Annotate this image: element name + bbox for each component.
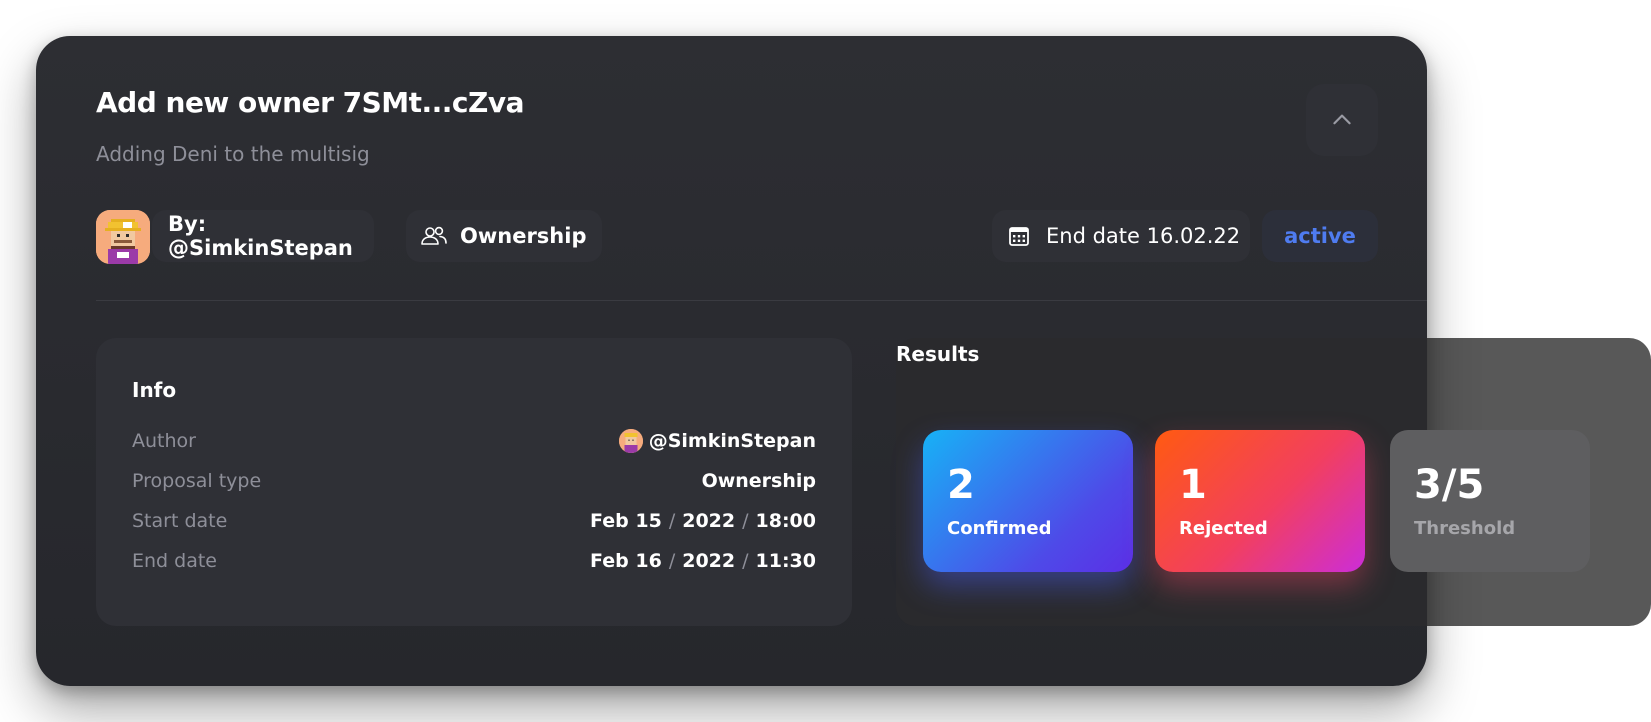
proposal-type-chip[interactable]: Ownership xyxy=(406,210,602,262)
rejected-card: 1 Rejected xyxy=(1155,430,1365,572)
info-label: Author xyxy=(132,430,196,452)
pixel-avatar xyxy=(96,210,150,264)
proposal-card: Add new owner 7SMt...cZva Adding Deni to… xyxy=(36,36,1427,686)
chevron-up-icon xyxy=(1333,114,1351,125)
info-value: Ownership xyxy=(701,470,816,492)
author-chip[interactable]: By: @SimkinStepan xyxy=(96,210,388,264)
author-chip-label: By: @SimkinStepan xyxy=(168,212,353,260)
separator: / xyxy=(742,550,749,572)
rejected-count: 1 xyxy=(1179,462,1207,508)
stage: Add new owner 7SMt...cZva Adding Deni to… xyxy=(0,0,1651,722)
info-value[interactable]: @SimkinStepan xyxy=(618,429,816,453)
info-row-end: End date Feb 16 / 2022 / 11:30 xyxy=(132,546,816,576)
info-value: Feb 15 / 2022 / 18:00 xyxy=(590,510,816,532)
info-value: Feb 16 / 2022 / 11:30 xyxy=(590,550,816,572)
avatar xyxy=(96,210,150,264)
info-title: Info xyxy=(132,378,177,402)
calendar-icon xyxy=(1009,227,1029,246)
separator: / xyxy=(742,510,749,532)
start-date: Feb 15 xyxy=(590,510,662,532)
confirmed-card: 2 Confirmed xyxy=(923,430,1133,572)
info-row-start: Start date Feb 15 / 2022 / 18:00 xyxy=(132,506,816,536)
info-label: End date xyxy=(132,550,217,572)
separator: / xyxy=(668,550,676,572)
start-year: 2022 xyxy=(682,510,736,532)
results-title: Results xyxy=(896,342,980,366)
start-time: 18:00 xyxy=(755,510,816,532)
end-time: 11:30 xyxy=(755,550,816,572)
divider xyxy=(96,300,1427,301)
end-date-chip[interactable]: End date 16.02.22 xyxy=(992,210,1250,262)
info-row-type: Proposal type Ownership xyxy=(132,466,816,496)
threshold-label: Threshold xyxy=(1414,518,1516,539)
info-row-author: Author @SimkinStepan xyxy=(132,426,816,456)
threshold-card: 3/5 Threshold xyxy=(1390,430,1590,572)
author-handle: @SimkinStepan xyxy=(648,430,816,452)
collapse-button[interactable] xyxy=(1306,84,1378,156)
proposal-type-label: Ownership xyxy=(460,224,587,248)
proposal-subtitle: Adding Deni to the multisig xyxy=(96,142,370,166)
info-panel: Info Author @SimkinStepan Proposal type … xyxy=(96,338,852,626)
confirmed-label: Confirmed xyxy=(947,518,1052,539)
rejected-label: Rejected xyxy=(1179,518,1268,539)
info-label: Proposal type xyxy=(132,470,262,492)
confirmed-count: 2 xyxy=(947,462,975,508)
proposal-title: Add new owner 7SMt...cZva xyxy=(96,86,524,119)
end-year: 2022 xyxy=(682,550,736,572)
status-badge: active xyxy=(1262,210,1378,262)
end-date-label: End date 16.02.22 xyxy=(1046,224,1241,248)
threshold-value: 3/5 xyxy=(1414,462,1485,508)
users-icon xyxy=(421,226,447,245)
separator: / xyxy=(668,510,676,532)
end-date: Feb 16 xyxy=(590,550,662,572)
info-label: Start date xyxy=(132,510,228,532)
avatar xyxy=(618,429,643,453)
